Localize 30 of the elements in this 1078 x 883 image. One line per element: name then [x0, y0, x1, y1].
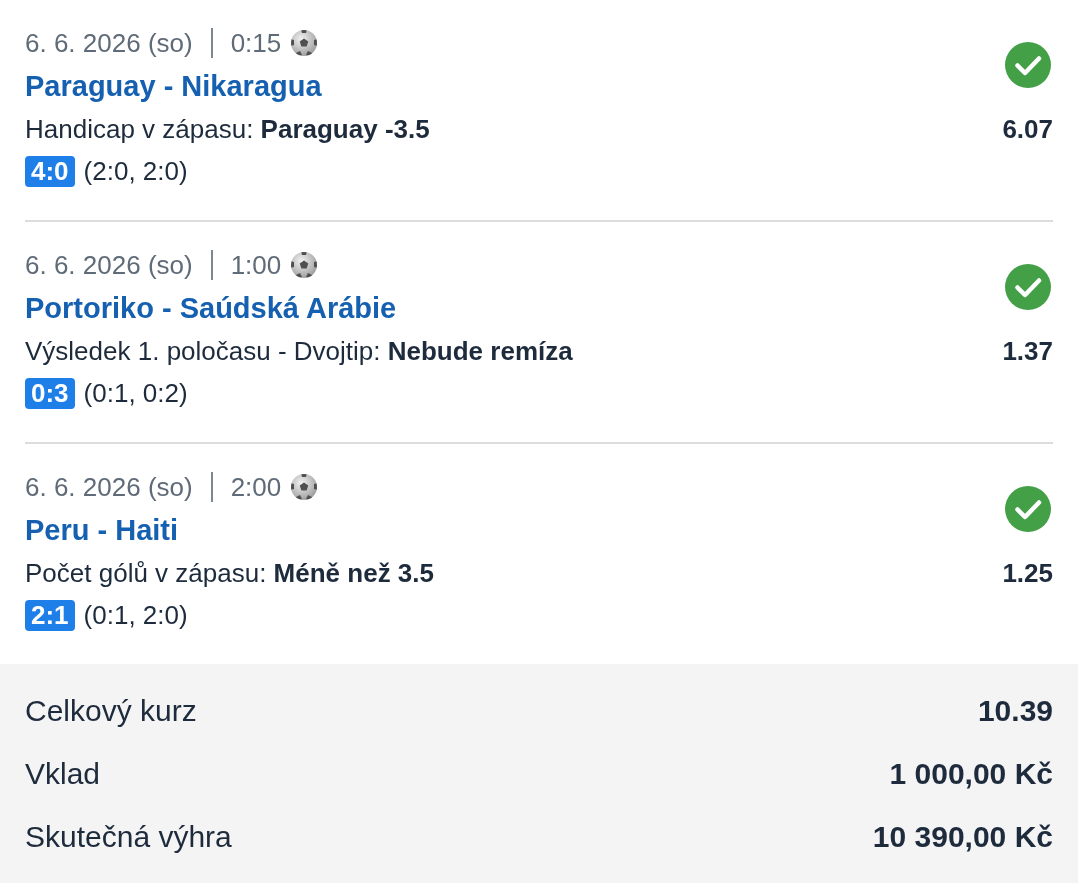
market-text: Počet gólů v zápasu: Méně než 3.5: [25, 558, 434, 589]
half-scores: (0:1, 0:2): [83, 377, 188, 409]
match-time: 2:00: [230, 471, 282, 503]
final-score: 2:1: [25, 599, 75, 631]
summary-value: 10 390,00 Kč: [872, 819, 1053, 854]
match-date: 6. 6. 2026 (so): [25, 471, 193, 503]
market-text: Výsledek 1. poločasu - Dvojtip: Nebude remíza: [25, 336, 573, 367]
soccer-ball-icon: [291, 30, 318, 56]
half-scores: (0:1, 2:0): [83, 599, 188, 631]
match-link[interactable]: Portoriko - Saúdská Arábie: [25, 291, 397, 325]
soccer-ball-icon: [291, 474, 318, 500]
summary-label: Vklad: [25, 756, 101, 791]
summary-label: Celkový kurz: [25, 693, 197, 728]
odds-value: 1.37: [1002, 336, 1053, 367]
match-date: 6. 6. 2026 (so): [25, 249, 193, 281]
match-link[interactable]: Peru - Haiti: [25, 513, 179, 547]
final-score: 0:3: [25, 377, 75, 409]
match-date: 6. 6. 2026 (so): [25, 27, 193, 59]
match-time: 1:00: [230, 249, 282, 281]
summary-value: 1 000,00 Kč: [889, 756, 1053, 791]
match-time: 0:15: [230, 27, 282, 59]
odds-value: 6.07: [1002, 114, 1053, 145]
soccer-ball-icon: [291, 252, 318, 278]
odds-value: 1.25: [1002, 558, 1053, 589]
summary-label: Skutečná výhra: [25, 819, 232, 854]
market-text: Handicap v zápasu: Paraguay -3.5: [25, 114, 430, 145]
half-scores: (2:0, 2:0): [83, 155, 188, 187]
match-link[interactable]: Paraguay - Nikaragua: [25, 69, 322, 103]
summary-value: 10.39: [977, 693, 1053, 728]
final-score: 4:0: [25, 155, 75, 187]
